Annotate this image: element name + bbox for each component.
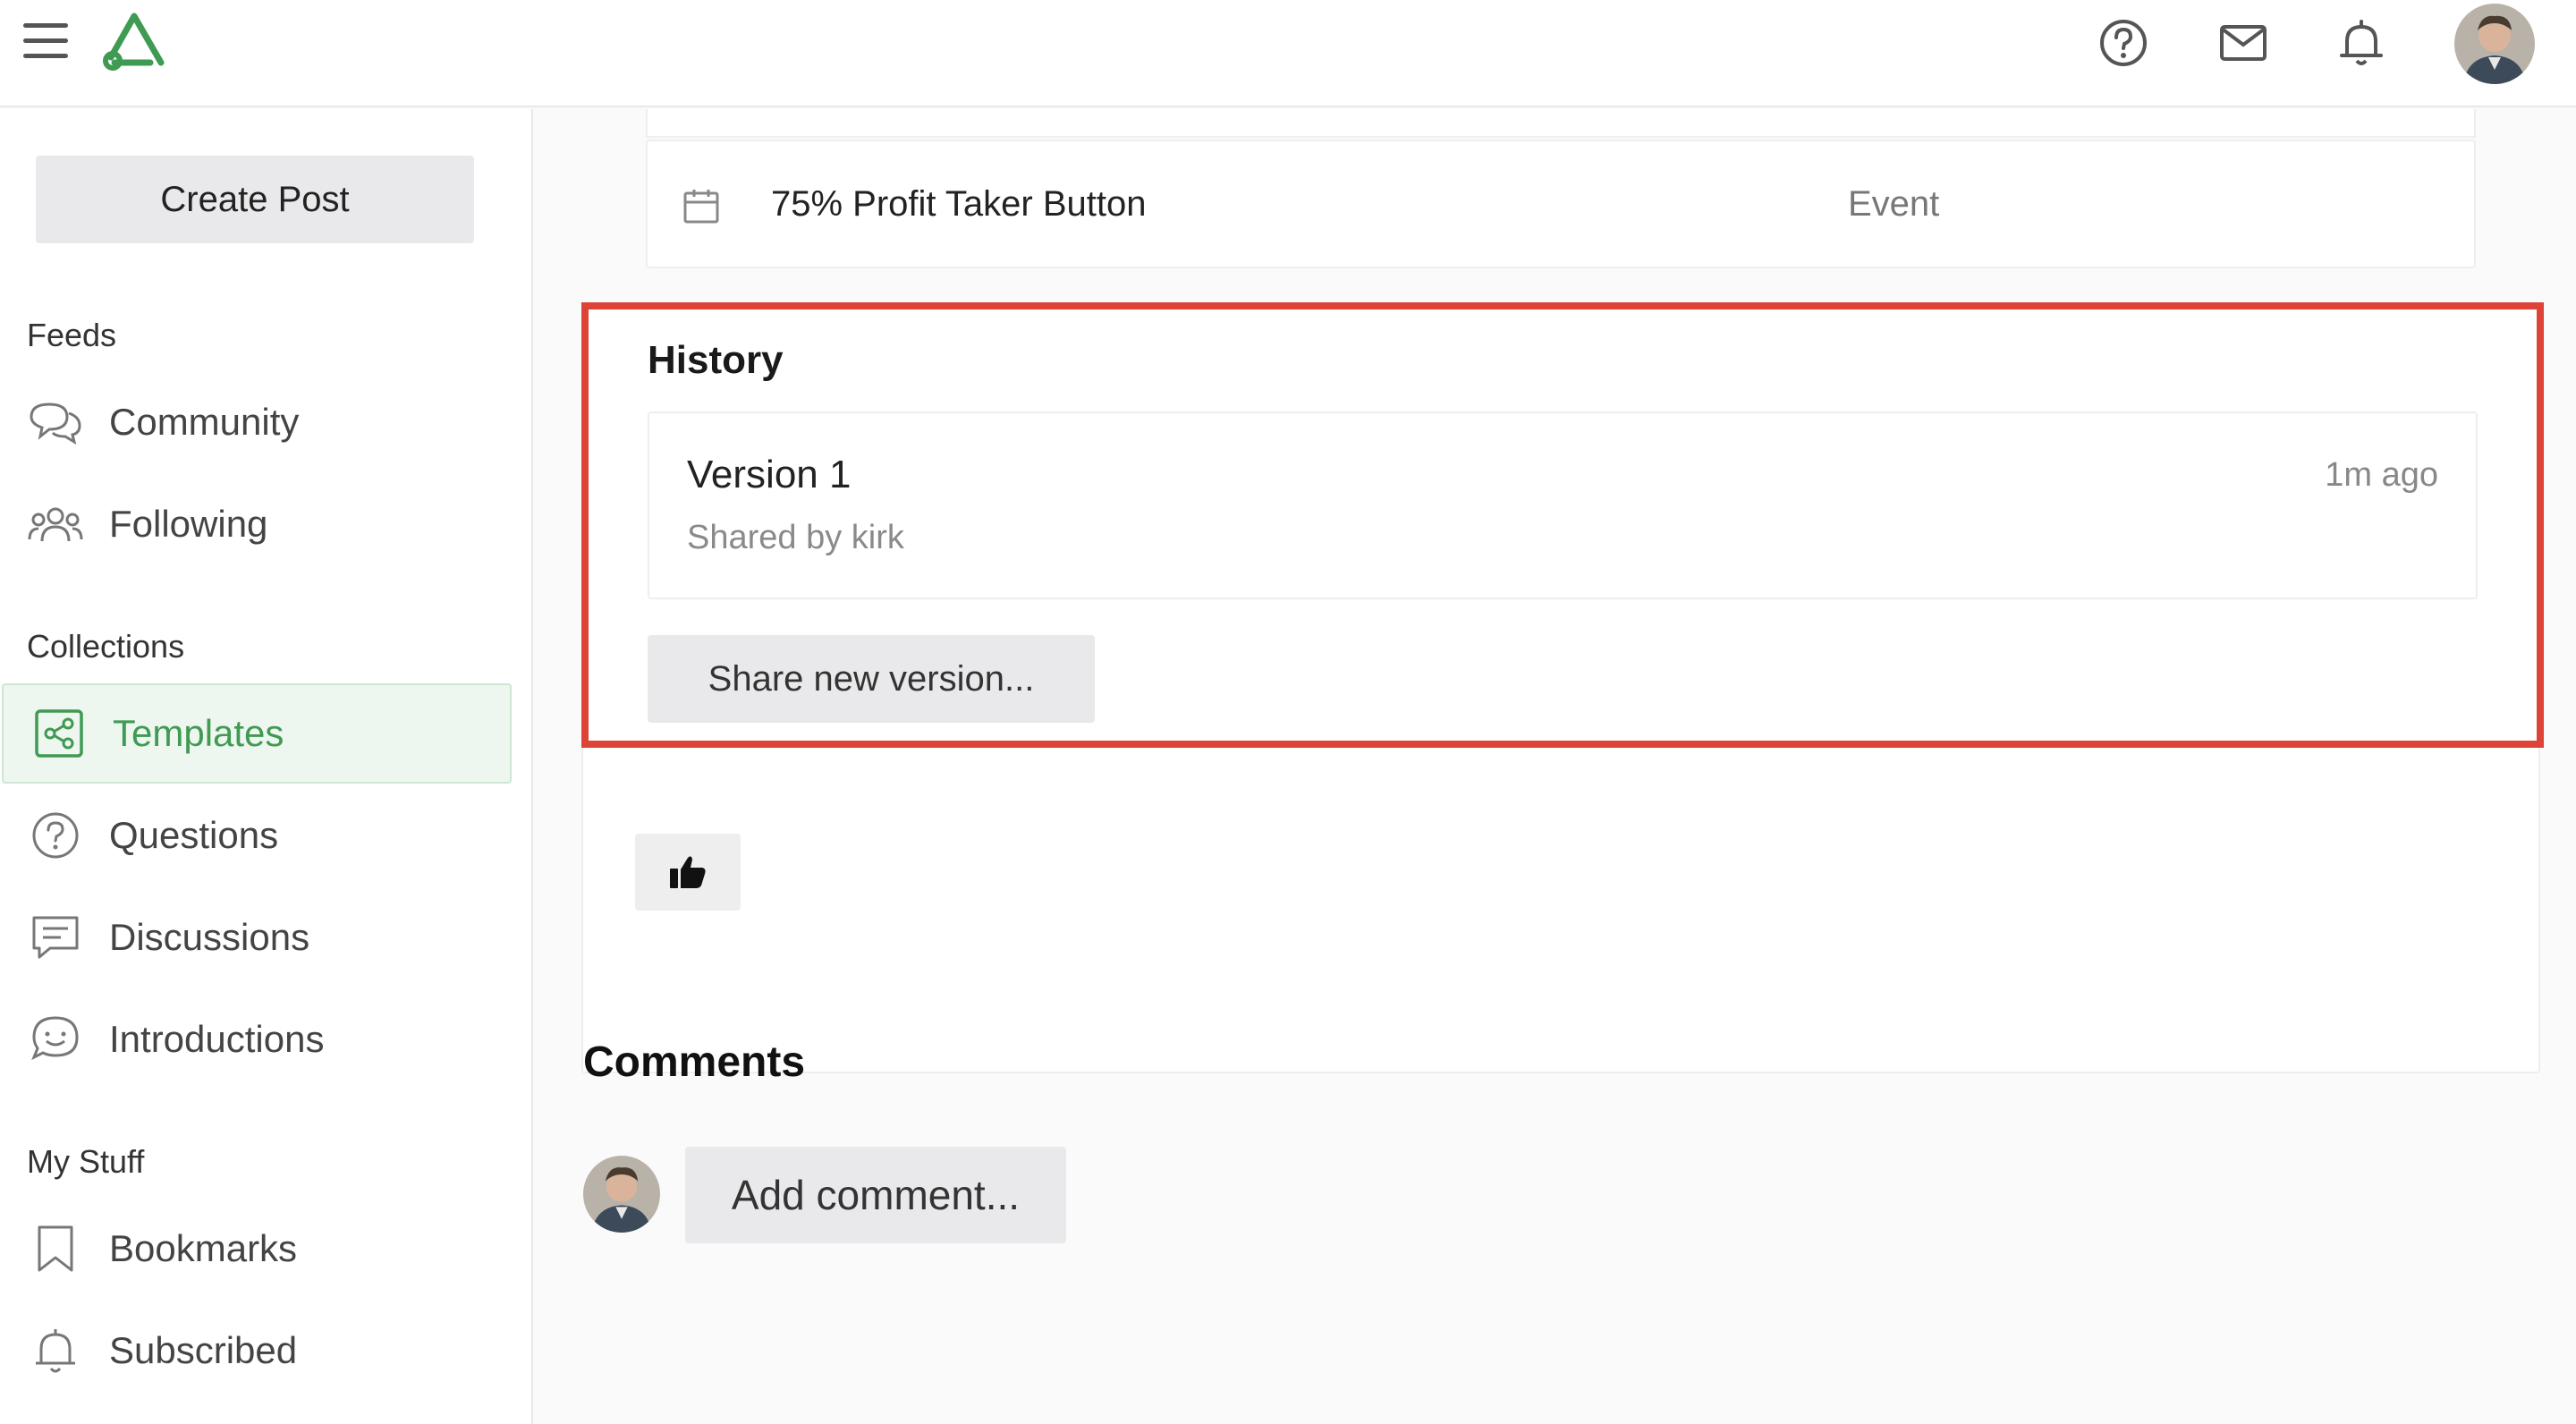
sidebar-item-bookmarks[interactable]: Bookmarks [0, 1199, 510, 1299]
create-post-button[interactable]: Create Post [36, 156, 474, 243]
event-name: 75% Profit Taker Button [771, 184, 1147, 224]
sidebar-item-label: Following [109, 503, 268, 545]
sidebar-item-introductions[interactable]: Introductions [0, 989, 510, 1089]
bell-icon [27, 1322, 84, 1379]
help-icon[interactable] [2097, 16, 2150, 70]
mail-icon[interactable] [2216, 16, 2270, 70]
share-new-version-button[interactable]: Share new version... [648, 635, 1095, 723]
version-title: Version 1 [687, 453, 852, 496]
top-bar [0, 0, 2576, 107]
sidebar-item-label: Introductions [109, 1018, 325, 1060]
people-icon [27, 496, 84, 553]
sidebar-item-following[interactable]: Following [0, 474, 510, 574]
app-logo[interactable] [98, 11, 170, 73]
main-content: 75% Profit Taker Button Event History Ve… [581, 109, 2544, 1424]
bell-icon[interactable] [2334, 16, 2388, 70]
sidebar-item-label: Templates [113, 712, 284, 754]
like-button[interactable] [635, 834, 741, 911]
share-nodes-icon [30, 705, 88, 762]
history-title: History [648, 338, 784, 382]
question-circle-icon [27, 807, 84, 864]
thumbs-up-icon [670, 856, 706, 888]
comment-avatar [583, 1156, 660, 1233]
feeds-label: Feeds [27, 317, 117, 353]
post-card: History Version 1 Shared by kirk 1m ago … [581, 302, 2544, 1073]
version-time: 1m ago [2325, 456, 2438, 494]
event-row[interactable]: 75% Profit Taker Button Event [646, 140, 2476, 268]
sidebar-item-label: Bookmarks [109, 1227, 298, 1269]
event-type: Event [1848, 184, 1940, 224]
bookmark-icon [27, 1220, 84, 1277]
sidebar: Create Post Feeds Community Following Co… [0, 109, 533, 1424]
hamburger-icon[interactable] [23, 23, 68, 63]
calendar-icon [683, 190, 719, 224]
mystuff-label: My Stuff [27, 1143, 145, 1180]
sidebar-item-subscribed[interactable]: Subscribed [0, 1301, 510, 1401]
chat-bubbles-icon [27, 394, 84, 451]
sidebar-item-label: Questions [109, 814, 279, 856]
sidebar-item-community[interactable]: Community [0, 372, 510, 472]
comment-lines-icon [27, 909, 84, 966]
sidebar-item-questions[interactable]: Questions [0, 785, 510, 886]
user-avatar[interactable] [2454, 4, 2535, 84]
version-shared-by: Shared by kirk [687, 519, 904, 556]
card-stub [646, 109, 2476, 138]
add-comment-button[interactable]: Add comment... [685, 1147, 1066, 1243]
sidebar-item-label: Community [109, 401, 300, 443]
sidebar-item-templates[interactable]: Templates [2, 683, 512, 784]
sidebar-item-label: Subscribed [109, 1329, 298, 1371]
collections-label: Collections [27, 628, 185, 665]
smile-bubble-icon [27, 1011, 84, 1068]
version-card[interactable]: Version 1 Shared by kirk 1m ago [648, 411, 2478, 599]
sidebar-item-discussions[interactable]: Discussions [0, 887, 510, 987]
sidebar-item-label: Discussions [109, 916, 310, 958]
comments-title: Comments [583, 1038, 806, 1086]
